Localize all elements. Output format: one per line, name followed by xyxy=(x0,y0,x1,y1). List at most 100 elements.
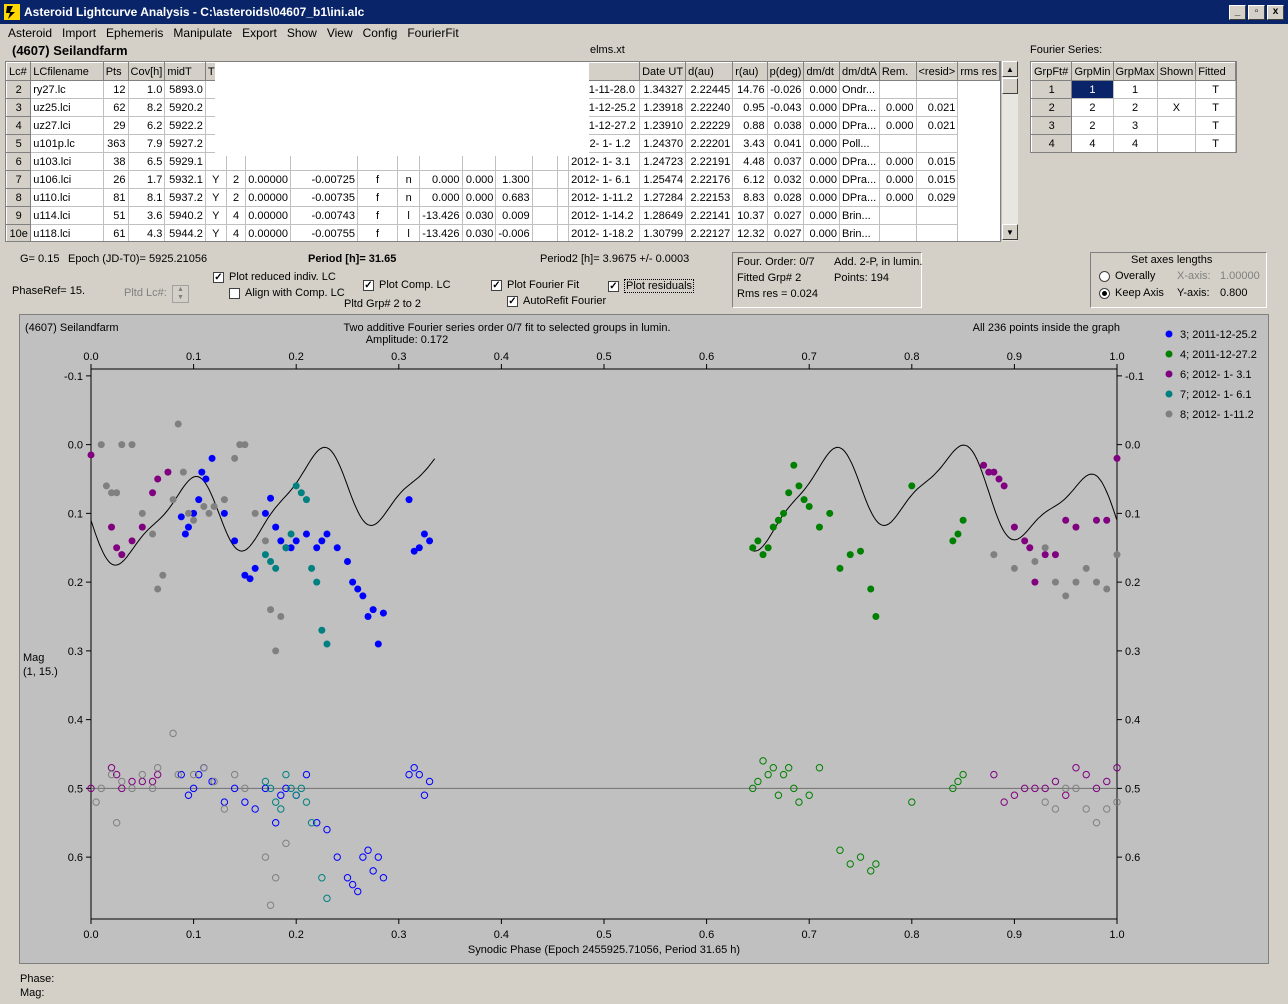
fourier-cell[interactable] xyxy=(1156,80,1197,99)
fourier-column-header[interactable]: Shown xyxy=(1156,62,1197,81)
column-header[interactable]: midT xyxy=(164,62,206,81)
column-header[interactable]: LCfilename xyxy=(30,62,104,81)
fourier-series-table[interactable]: GrpFt# GrpMin GrpMax Shown Fitted 1 1 1 T 2 2 2 X T 3 2… xyxy=(1030,61,1237,153)
keep-axis-radio[interactable]: Keep Axis xyxy=(1099,287,1164,299)
fourier-cell[interactable] xyxy=(1156,134,1197,152)
lc-param-cell: -0.00743 xyxy=(289,206,358,225)
data-point xyxy=(272,523,280,531)
fourier-cell[interactable]: X xyxy=(1156,98,1197,117)
fourier-column-header[interactable]: GrpMin xyxy=(1071,62,1114,81)
column-header[interactable]: dm/dt xyxy=(803,62,840,81)
yaxis-value[interactable]: 0.800 xyxy=(1220,287,1248,299)
close-button[interactable]: x xyxy=(1267,4,1284,20)
fourier-cell[interactable]: 3 xyxy=(1112,116,1158,135)
residual-point xyxy=(405,770,413,779)
scroll-thumb[interactable] xyxy=(1002,78,1018,94)
plot-reduced-checkbox[interactable]: ✓ Plot reduced indiv. LC xyxy=(213,271,336,283)
lc-plt[interactable] xyxy=(557,206,570,225)
column-header[interactable]: Pts xyxy=(102,62,129,81)
column-header[interactable]: Lc# xyxy=(6,62,32,81)
column-header[interactable]: rms res xyxy=(957,62,1000,81)
row-header-lc[interactable]: 10e xyxy=(6,224,32,241)
lightcurve-table[interactable]: Lc#LCfilenamePtsCov[h]midTTPltDate UTd(a… xyxy=(5,61,1001,242)
restore-button[interactable]: ▫ xyxy=(1248,4,1265,20)
autorefit-checkbox[interactable]: ✓ AutoRefit Fourier xyxy=(507,295,606,307)
align-comp-checkbox[interactable]: Align with Comp. LC xyxy=(229,287,345,299)
fourier-cell[interactable]: 2 xyxy=(1112,98,1158,117)
menu-ephemeris[interactable]: Ephemeris xyxy=(102,26,169,40)
fourier-row[interactable]: 222XT xyxy=(1031,98,1236,117)
row-header-lc[interactable]: 4 xyxy=(6,116,32,135)
table-row[interactable]: 9 u114.lci 51 3.6 5940.2 Y 4 0.00000 -0.00743 f l -… xyxy=(6,206,1000,225)
xaxis-value[interactable]: 1.00000 xyxy=(1220,270,1260,282)
scroll-down-icon[interactable]: ▼ xyxy=(1002,224,1018,240)
fourier-cell[interactable]: 2 xyxy=(1071,98,1114,117)
row-header-lc[interactable]: 3 xyxy=(6,98,32,117)
row-header-lc[interactable]: 6 xyxy=(6,152,32,171)
table-row[interactable]: 7 u106.lci 26 1.7 5932.1 Y 2 0.00000 -0.00725 f n 0… xyxy=(6,170,1000,189)
menu-export[interactable]: Export xyxy=(238,26,283,40)
row-header-lc[interactable]: 5 xyxy=(6,134,32,153)
column-header[interactable]: <resid> xyxy=(915,62,959,81)
lc-plt[interactable] xyxy=(557,188,570,207)
fourier-cell[interactable]: 1 xyxy=(1112,80,1158,99)
fourier-column-header[interactable]: GrpMax xyxy=(1112,62,1158,81)
lc-midt: 5940.2 xyxy=(164,206,206,225)
minimize-button[interactable]: _ xyxy=(1229,4,1246,20)
scroll-up-icon[interactable]: ▲ xyxy=(1002,61,1018,77)
lc-dmdt: 0.041 xyxy=(766,134,805,153)
row-header-lc[interactable]: 9 xyxy=(6,206,32,225)
lc-rms: 0.029 xyxy=(915,188,959,207)
menu-manipulate[interactable]: Manipulate xyxy=(169,26,238,40)
plot-comp-checkbox[interactable]: ✓ Plot Comp. LC xyxy=(363,279,451,291)
table-scrollbar[interactable]: ▲ ▼ xyxy=(1001,61,1018,241)
column-header[interactable]: dm/dtA xyxy=(838,62,880,81)
row-header-lc[interactable]: 2 xyxy=(6,80,32,99)
lc-param-cell: 0.030 xyxy=(461,206,497,225)
menu-show[interactable]: Show xyxy=(283,26,323,40)
lightcurve-plot[interactable]: 0.0 0.0 0.1 0.1 0.2 0.2 0.3 0.3 0.4 0.4 0.5 0.5 0.6 0… xyxy=(19,314,1269,964)
fourier-column-header[interactable]: Fitted xyxy=(1195,62,1236,81)
data-point xyxy=(379,609,387,617)
column-header[interactable]: Cov[h] xyxy=(127,62,166,81)
fourier-cell[interactable]: T xyxy=(1195,116,1236,135)
row-header-lc[interactable]: 7 xyxy=(6,170,32,189)
fourier-cell[interactable]: 4 xyxy=(1112,134,1158,152)
fourier-column-header[interactable]: GrpFt# xyxy=(1031,62,1073,81)
lc-plt[interactable] xyxy=(557,224,570,241)
lc-plt[interactable] xyxy=(557,170,570,189)
pltd-lc-spinner[interactable]: ▲ ▼ xyxy=(172,285,189,303)
fourier-row[interactable]: 323 T xyxy=(1031,116,1236,135)
fourier-row[interactable]: 444T xyxy=(1031,134,1236,152)
fourier-cell[interactable]: 1 xyxy=(1071,80,1114,99)
plot-residuals-checkbox[interactable]: ✓ Plot residuals xyxy=(608,279,695,293)
menu-import[interactable]: Import xyxy=(58,26,102,40)
data-point xyxy=(128,537,136,545)
column-header[interactable]: Rem. xyxy=(878,62,917,81)
fourier-cell[interactable] xyxy=(1156,116,1197,135)
column-header[interactable]: p(deg) xyxy=(766,62,805,81)
legend-marker xyxy=(1165,370,1173,378)
plot-fourier-checkbox[interactable]: ✓ Plot Fourier Fit xyxy=(491,279,579,291)
menu-fourierfit[interactable]: FourierFit xyxy=(403,26,464,40)
menu-asteroid[interactable]: Asteroid xyxy=(4,26,58,40)
row-header-lc[interactable]: 8 xyxy=(6,188,32,207)
table-row[interactable]: 8 u110.lci 81 8.1 5937.2 Y 2 0.00000 -0.00735 f n 0… xyxy=(6,188,1000,207)
fourier-cell[interactable]: T xyxy=(1195,80,1236,99)
column-header[interactable]: d(au) xyxy=(685,62,734,81)
column-header[interactable]: r(au) xyxy=(732,62,768,81)
menu-view[interactable]: View xyxy=(323,26,359,40)
period2-value: Period2 [h]= 3.9675 +/- 0.0003 xyxy=(540,253,690,265)
fourier-cell[interactable]: T xyxy=(1195,134,1236,152)
lc-phase-angle: 3.43 xyxy=(732,134,768,153)
fourier-cell[interactable]: 2 xyxy=(1071,116,1114,135)
column-header[interactable]: Date UT xyxy=(639,62,687,81)
table-row[interactable]: 10e u118.lci 61 4.3 5944.2 Y 4 0.00000 -0.00755 f… xyxy=(6,224,1000,241)
fourier-cell[interactable]: 4 xyxy=(1071,134,1114,152)
overally-radio[interactable]: Overally xyxy=(1099,270,1155,282)
fourier-row[interactable]: 111T xyxy=(1031,80,1236,99)
lc-midt: 5922.2 xyxy=(164,116,206,135)
align-comp-label: Align with Comp. LC xyxy=(245,287,345,299)
menu-config[interactable]: Config xyxy=(359,26,404,40)
fourier-cell[interactable]: T xyxy=(1195,98,1236,117)
